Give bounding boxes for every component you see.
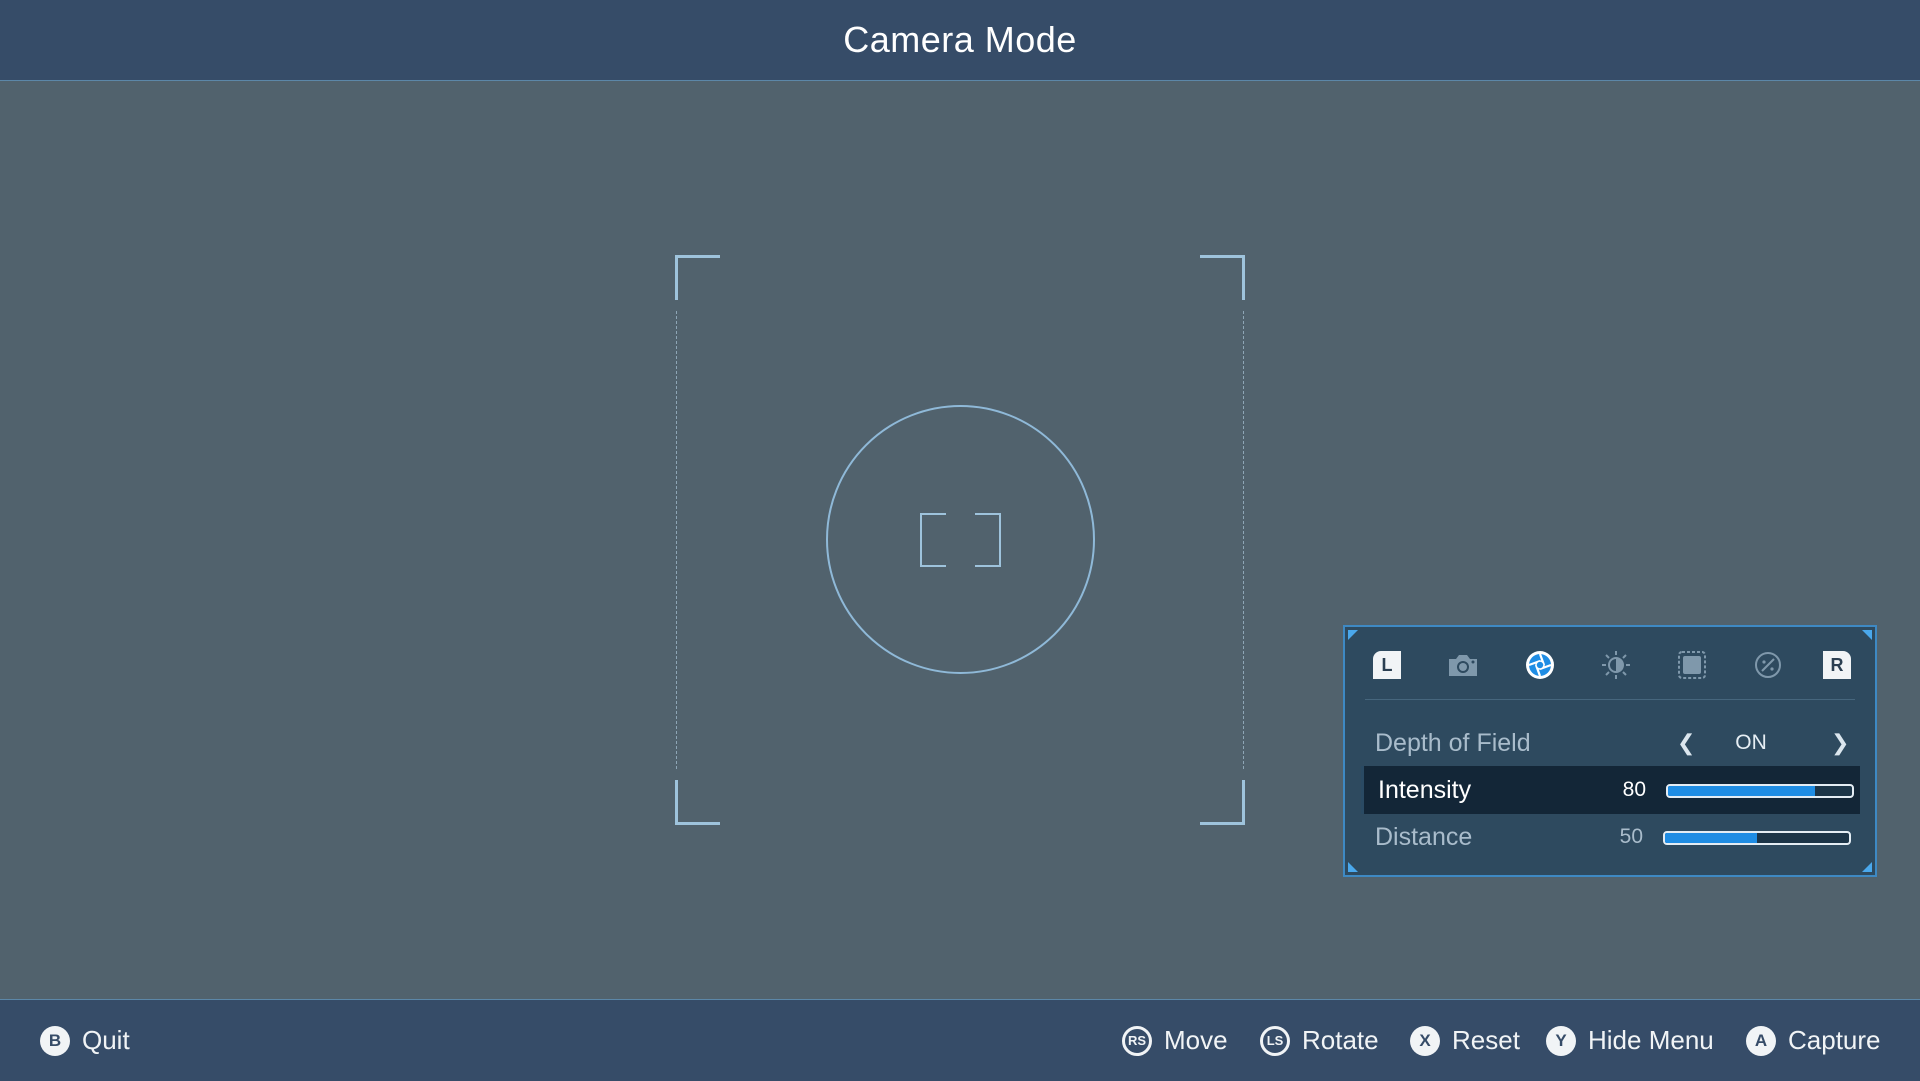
viewfinder-frame bbox=[675, 255, 1245, 825]
panel-corner-accent bbox=[1348, 630, 1358, 640]
aperture-icon bbox=[1526, 651, 1554, 679]
y-button-icon: Y bbox=[1546, 1025, 1576, 1056]
setting-depth-of-field[interactable]: Depth of Field ❮ ON ❯ bbox=[1361, 719, 1857, 767]
frame-corner-bottom-right bbox=[1200, 780, 1245, 825]
hint-label: Move bbox=[1164, 1025, 1228, 1055]
b-button-icon: B bbox=[40, 1025, 70, 1056]
setting-intensity[interactable]: Intensity 80 bbox=[1361, 766, 1860, 814]
l-shoulder-button: L bbox=[1373, 651, 1401, 679]
setting-label: Distance bbox=[1375, 823, 1473, 851]
hint-capture[interactable]: A Capture bbox=[1746, 1000, 1881, 1081]
distance-slider[interactable] bbox=[1663, 831, 1851, 845]
setting-value: 50 bbox=[1619, 825, 1643, 848]
tab-camera[interactable] bbox=[1443, 645, 1483, 685]
filter-icon bbox=[1755, 652, 1781, 678]
intensity-slider[interactable] bbox=[1666, 784, 1854, 798]
tab-aperture[interactable] bbox=[1520, 645, 1560, 685]
hint-move[interactable]: RS Move bbox=[1122, 1000, 1228, 1081]
frame-corner-top-right bbox=[1200, 255, 1245, 300]
frame-guide-left bbox=[676, 311, 677, 769]
setting-label: Depth of Field bbox=[1375, 729, 1531, 757]
tab-frame[interactable] bbox=[1672, 645, 1712, 685]
frame-icon bbox=[1678, 651, 1706, 679]
frame-guide-right bbox=[1243, 311, 1244, 769]
left-stick-icon: LS bbox=[1260, 1025, 1290, 1056]
hint-label: Quit bbox=[82, 1025, 130, 1055]
r-shoulder-button: R bbox=[1823, 651, 1851, 679]
chevron-right-icon[interactable]: ❯ bbox=[1831, 719, 1849, 767]
hint-hide-menu[interactable]: Y Hide Menu bbox=[1546, 1000, 1714, 1081]
hint-label: Rotate bbox=[1302, 1025, 1379, 1055]
brightness-icon bbox=[1602, 651, 1630, 679]
top-bar: Camera Mode bbox=[0, 0, 1920, 81]
tab-filter[interactable] bbox=[1748, 645, 1788, 685]
settings-tab-bar: L R bbox=[1367, 645, 1857, 685]
panel-corner-accent bbox=[1348, 862, 1358, 872]
x-button-icon: X bbox=[1410, 1025, 1440, 1056]
hint-quit[interactable]: B Quit bbox=[40, 1000, 130, 1081]
focus-bracket-right bbox=[975, 513, 1001, 567]
hint-reset[interactable]: X Reset bbox=[1410, 1000, 1520, 1081]
right-stick-icon: RS bbox=[1122, 1025, 1152, 1056]
panel-corner-accent bbox=[1862, 630, 1872, 640]
setting-option-value: ON bbox=[1735, 731, 1767, 754]
frame-corner-bottom-left bbox=[675, 780, 720, 825]
slider-fill bbox=[1668, 786, 1816, 796]
slider-fill bbox=[1665, 833, 1757, 843]
focus-bracket-left bbox=[920, 513, 946, 567]
hint-rotate[interactable]: LS Rotate bbox=[1260, 1000, 1379, 1081]
hint-label: Reset bbox=[1452, 1025, 1520, 1055]
bottom-bar: B Quit RS Move LS Rotate X Reset Y Hide … bbox=[0, 999, 1920, 1081]
hint-label: Hide Menu bbox=[1588, 1025, 1714, 1055]
a-button-icon: A bbox=[1746, 1025, 1776, 1056]
tab-brightness[interactable] bbox=[1596, 645, 1636, 685]
tab-shoulder-l[interactable]: L bbox=[1367, 645, 1407, 685]
camera-settings-panel: L R Depth of Field ❮ ON ❯ Intensity 80 D… bbox=[1343, 625, 1877, 877]
setting-value: 80 bbox=[1622, 778, 1646, 801]
tab-shoulder-r[interactable]: R bbox=[1817, 645, 1857, 685]
page-title: Camera Mode bbox=[843, 19, 1077, 60]
panel-divider bbox=[1365, 699, 1855, 700]
focus-ring bbox=[826, 405, 1095, 674]
camera-icon bbox=[1449, 655, 1477, 676]
hint-label: Capture bbox=[1788, 1025, 1881, 1055]
setting-label: Intensity bbox=[1378, 776, 1472, 804]
setting-distance[interactable]: Distance 50 bbox=[1361, 813, 1857, 861]
frame-corner-top-left bbox=[675, 255, 720, 300]
panel-corner-accent bbox=[1862, 862, 1872, 872]
